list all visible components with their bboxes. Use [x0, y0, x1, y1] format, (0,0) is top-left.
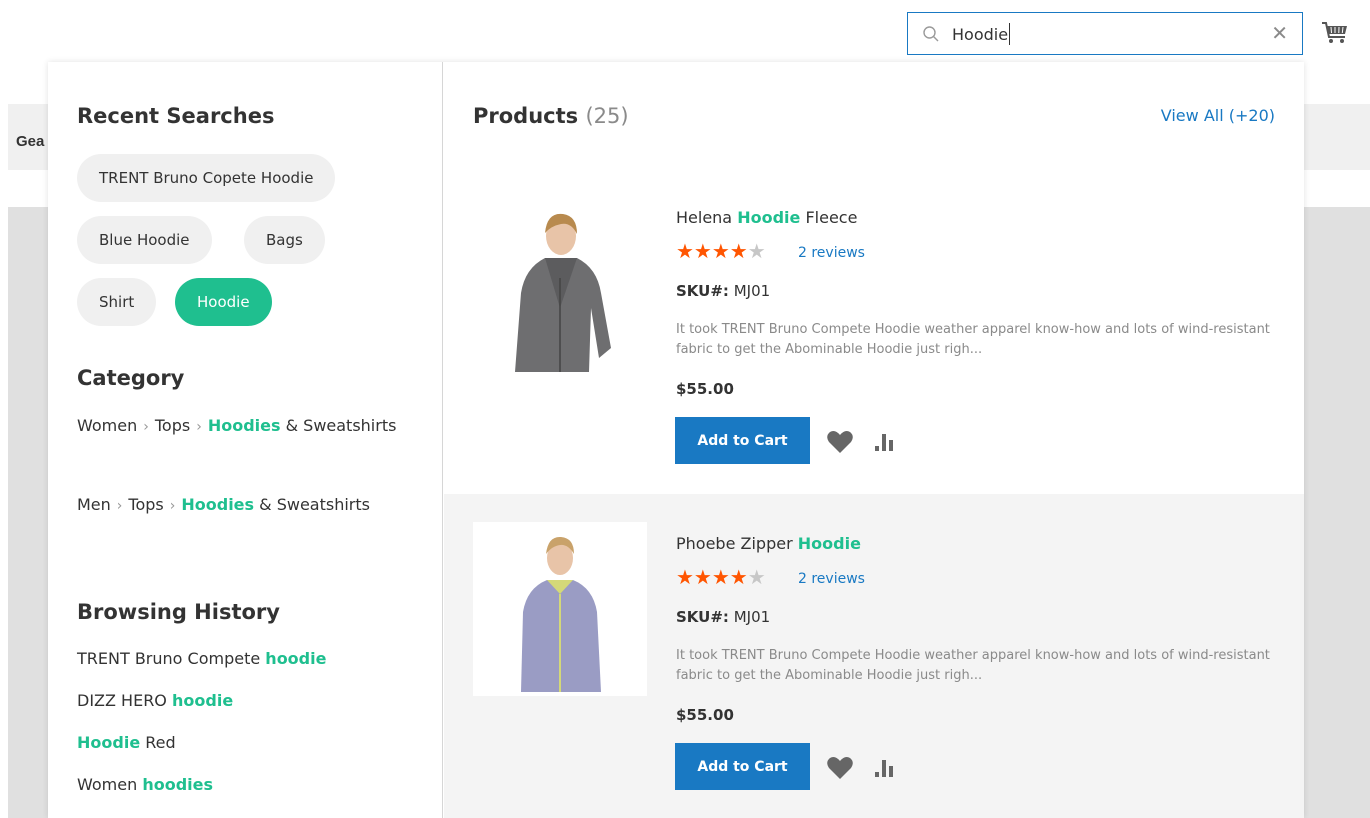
product-name-link[interactable]: Phoebe Zipper Hoodie	[676, 534, 861, 553]
product-sku: SKU#: MJ01	[676, 608, 771, 626]
history-item[interactable]: Women hoodies	[77, 775, 213, 794]
category-path[interactable]: Women › Tops › Hoodies & Sweatshirts	[77, 411, 397, 442]
recent-search-chip[interactable]: Bags	[244, 216, 325, 264]
search-icon	[923, 26, 939, 42]
recent-search-chip[interactable]: Shirt	[77, 278, 157, 326]
compare-icon[interactable]	[875, 758, 895, 778]
text-cursor	[1009, 23, 1011, 45]
category-path[interactable]: Men › Tops › Hoodies & Sweatshirts	[77, 490, 397, 521]
rating-stars: ★★★★★	[676, 241, 766, 263]
chevron-right-icon: ›	[143, 419, 149, 435]
close-icon[interactable]: ✕	[1271, 23, 1288, 45]
heart-icon[interactable]	[826, 756, 854, 780]
search-autocomplete-panel: Recent Searches TRENT Bruno Copete Hoodi…	[48, 62, 1304, 818]
suggestions-column: Recent Searches TRENT Bruno Copete Hoodi…	[48, 62, 443, 818]
product-description: It took TRENT Bruno Compete Hoodie weath…	[676, 648, 1270, 683]
recent-searches-title: Recent Searches	[77, 104, 275, 128]
search-input[interactable]	[952, 22, 1252, 46]
reviews-link[interactable]: 2 reviews	[798, 571, 865, 587]
rating-stars: ★★★★★	[676, 567, 766, 589]
recent-search-chip[interactable]: Blue Hoodie	[77, 216, 212, 264]
search-box[interactable]: ✕	[907, 12, 1303, 55]
history-item[interactable]: DIZZ HERO hoodie	[77, 691, 233, 710]
products-column: Products (25) View All (+20) Helena Hood…	[444, 62, 1304, 818]
product-card: Helena Hoodie Fleece ★★★★★ 2 reviews SKU…	[444, 168, 1304, 494]
cart-icon[interactable]	[1320, 18, 1350, 48]
product-name-link[interactable]: Helena Hoodie Fleece	[676, 208, 857, 227]
product-description: It took TRENT Bruno Compete Hoodie weath…	[676, 322, 1270, 357]
reviews-link[interactable]: 2 reviews	[798, 245, 865, 261]
recent-search-chip[interactable]: TRENT Bruno Copete Hoodie	[77, 154, 336, 202]
background-nav-label: Gea	[16, 133, 45, 150]
view-all-link[interactable]: View All (+20)	[1161, 106, 1275, 125]
products-title: Products (25)	[473, 104, 629, 128]
chevron-right-icon: ›	[196, 419, 202, 435]
add-to-cart-button[interactable]: Add to Cart	[675, 743, 810, 790]
chevron-right-icon: ›	[169, 498, 176, 514]
product-sku: SKU#: MJ01	[676, 282, 771, 300]
recent-search-chip-active[interactable]: Hoodie	[175, 278, 272, 326]
add-to-cart-button[interactable]: Add to Cart	[675, 417, 810, 464]
product-price: $55.00	[676, 380, 734, 398]
compare-icon[interactable]	[875, 432, 895, 452]
browsing-history-title: Browsing History	[77, 600, 280, 624]
product-image[interactable]	[473, 198, 647, 372]
category-title: Category	[77, 366, 185, 390]
heart-icon[interactable]	[826, 430, 854, 454]
history-item[interactable]: Hoodie Red	[77, 733, 176, 752]
history-item[interactable]: TRENT Bruno Compete hoodie	[77, 649, 326, 668]
chevron-right-icon: ›	[116, 498, 123, 514]
product-price: $55.00	[676, 706, 734, 724]
product-card: Phoebe Zipper Hoodie ★★★★★ 2 reviews SKU…	[444, 494, 1304, 818]
product-image[interactable]	[473, 522, 647, 696]
